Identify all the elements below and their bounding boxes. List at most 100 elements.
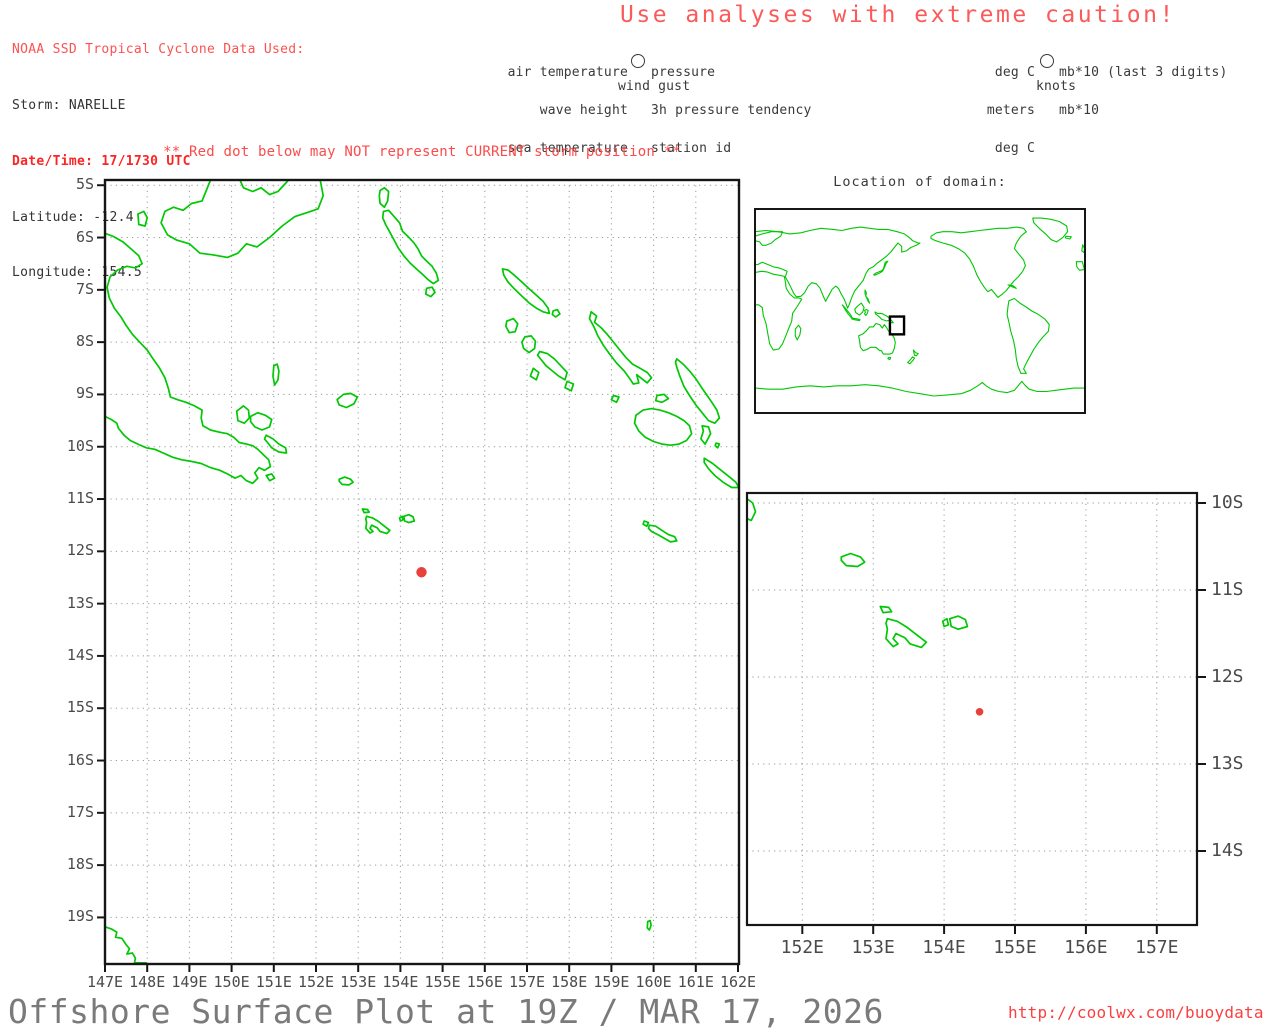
- source-url-link[interactable]: http://coolwx.com/buoydata: [1008, 1003, 1264, 1022]
- coastline-rossel-islet: [398, 515, 404, 522]
- coastline-tagula: [885, 617, 928, 649]
- coastline-normanby: [263, 434, 288, 454]
- coastline-madagascar: [794, 324, 802, 341]
- coastline-philippines: [864, 289, 871, 304]
- coastline-eurasia: [754, 226, 921, 309]
- coastline-russell-islands: [610, 394, 620, 404]
- coastline-vella-lavella: [505, 317, 519, 334]
- coastline-rossel: [402, 513, 416, 524]
- legend-pressure: pressure: [651, 65, 716, 81]
- coastline-sulawesi: [863, 309, 869, 317]
- main-map-lon-label-151E: 151E: [255, 973, 292, 991]
- coastline-guadalcanal: [633, 407, 693, 447]
- coastline-africa: [754, 270, 803, 351]
- coastline-woodlark: [336, 392, 359, 409]
- storm-name-line: Storm: NARELLE: [12, 97, 126, 113]
- caution-title: Use analyses with extreme caution!: [620, 2, 1176, 28]
- coastline-scandinavia: [754, 231, 784, 246]
- main-map-lon-label-154E: 154E: [382, 973, 419, 991]
- coastline-borneo: [854, 302, 865, 316]
- coastline-misima: [840, 552, 866, 568]
- coastline-tagula-islet: [879, 605, 893, 614]
- coastline-new-georgia: [536, 350, 568, 381]
- main-map-lon-label-155E: 155E: [424, 973, 461, 991]
- coastline-south-america: [1006, 297, 1050, 374]
- coastline-goodenough: [235, 405, 251, 425]
- zoom-inset-lon-label-155E: 155E: [993, 937, 1037, 958]
- coastline-tagula-islet: [361, 508, 371, 514]
- coastline-bellona: [642, 520, 650, 528]
- coastline-kiriwina: [272, 363, 280, 386]
- coastline-iceland: [1064, 235, 1072, 240]
- world-location-inset-map: [754, 208, 1086, 414]
- units-legend-left-column: deg C meters deg C: [920, 42, 1035, 168]
- main-map-lat-label-12S: 12S: [66, 541, 94, 560]
- main-map-lat-label-11S: 11S: [66, 489, 94, 508]
- coastline-corner-sliver: [746, 497, 757, 522]
- coastline-fergusson: [249, 411, 273, 431]
- storm-position-dot-inset[interactable]: [975, 708, 984, 716]
- main-map-lon-label-148E: 148E: [129, 973, 166, 991]
- storm-position-dot[interactable]: [416, 567, 427, 578]
- coastline-rossel-islet: [941, 617, 950, 628]
- zoom-inset-lon-label-156E: 156E: [1064, 937, 1108, 958]
- coastline-new-britain: [160, 179, 325, 259]
- legend-unit-degc-air: deg C: [994, 65, 1035, 81]
- main-map-lon-label-161E: 161E: [677, 973, 714, 991]
- coastline-kolombangara: [521, 335, 537, 354]
- station-circle-icon: [631, 54, 645, 68]
- zoom-inset-lat-label-10S: 10S: [1211, 492, 1244, 513]
- legend-wind-gust: wind gust: [618, 79, 691, 94]
- main-map-lon-label-157E: 157E: [508, 973, 546, 991]
- coastline-ulawa: [714, 442, 721, 449]
- coastline-png-mainland-coast: [104, 232, 272, 485]
- main-map-lon-label-149E: 149E: [171, 973, 208, 991]
- coastline-rossel: [948, 615, 969, 631]
- coastline-choiseul-islet: [551, 308, 561, 318]
- coastline-antarctica: [754, 380, 1086, 397]
- zoom-inset-lat-label-13S: 13S: [1211, 753, 1244, 774]
- coastline-tagula: [364, 515, 391, 535]
- main-map-lon-label-156E: 156E: [466, 973, 503, 991]
- coastline-australia-queensland-coast: [104, 925, 148, 964]
- coastline-islet-19s: [646, 919, 652, 931]
- domain-box: [888, 315, 906, 336]
- main-map-lat-label-8S: 8S: [75, 332, 94, 351]
- main-map-lon-label-153E: 153E: [340, 973, 377, 991]
- coastline-rendova: [529, 367, 540, 381]
- coastline-tasmania: [887, 356, 892, 361]
- coastline-misima: [338, 476, 354, 486]
- coastline-sideia: [265, 473, 276, 482]
- main-map-lat-label-9S: 9S: [75, 384, 94, 403]
- main-map-lon-label-147E: 147E: [86, 973, 124, 991]
- main-map-lon-label-150E: 150E: [213, 973, 250, 991]
- main-map-lon-label-159E: 159E: [593, 973, 630, 991]
- world-inset-title: Location of domain:: [833, 174, 1007, 190]
- coastline-makira: [703, 457, 740, 489]
- legend-unit-knots: knots: [1036, 79, 1077, 94]
- coastline-new-zealand-south: [907, 356, 916, 365]
- legend-wave-height: wave height: [539, 102, 628, 118]
- zoomed-domain-inset-map: [745, 491, 1206, 934]
- coastline-bougainville: [381, 209, 440, 285]
- coastline-maramasike: [700, 424, 712, 445]
- legend-unit-degc-sea: deg C: [994, 140, 1035, 156]
- zoom-inset-lat-label-14S: 14S: [1211, 840, 1244, 861]
- legend-unit-meters: meters: [986, 102, 1035, 118]
- noaa-source-line: NOAA SSD Tropical Cyclone Data Used:: [12, 42, 305, 58]
- units-legend-right-column: mb*10 (last 3 digits) mb*10: [1059, 42, 1228, 130]
- coastline-iberia: [1075, 261, 1086, 271]
- zoom-inset-lat-label-12S: 12S: [1211, 666, 1244, 687]
- coastline-greenland: [1032, 217, 1069, 243]
- storm-position-warning: ** Red dot below may NOT represent CURRE…: [163, 144, 681, 160]
- main-surface-map: [97, 178, 741, 972]
- coastline-umboi: [137, 210, 149, 227]
- coastline-buka: [378, 186, 390, 209]
- coastline-florida-islands: [654, 393, 670, 404]
- zoom-inset-lon-label-153E: 153E: [851, 937, 895, 958]
- coastline-new-zealand-north: [912, 349, 919, 357]
- coastline-shortland: [424, 286, 436, 298]
- legend-unit-mb10-last3: mb*10 (last 3 digits): [1059, 65, 1228, 81]
- main-map-lat-label-17S: 17S: [66, 802, 94, 821]
- plot-title: Offshore Surface Plot at 19Z / MAR 17, 2…: [8, 992, 884, 1031]
